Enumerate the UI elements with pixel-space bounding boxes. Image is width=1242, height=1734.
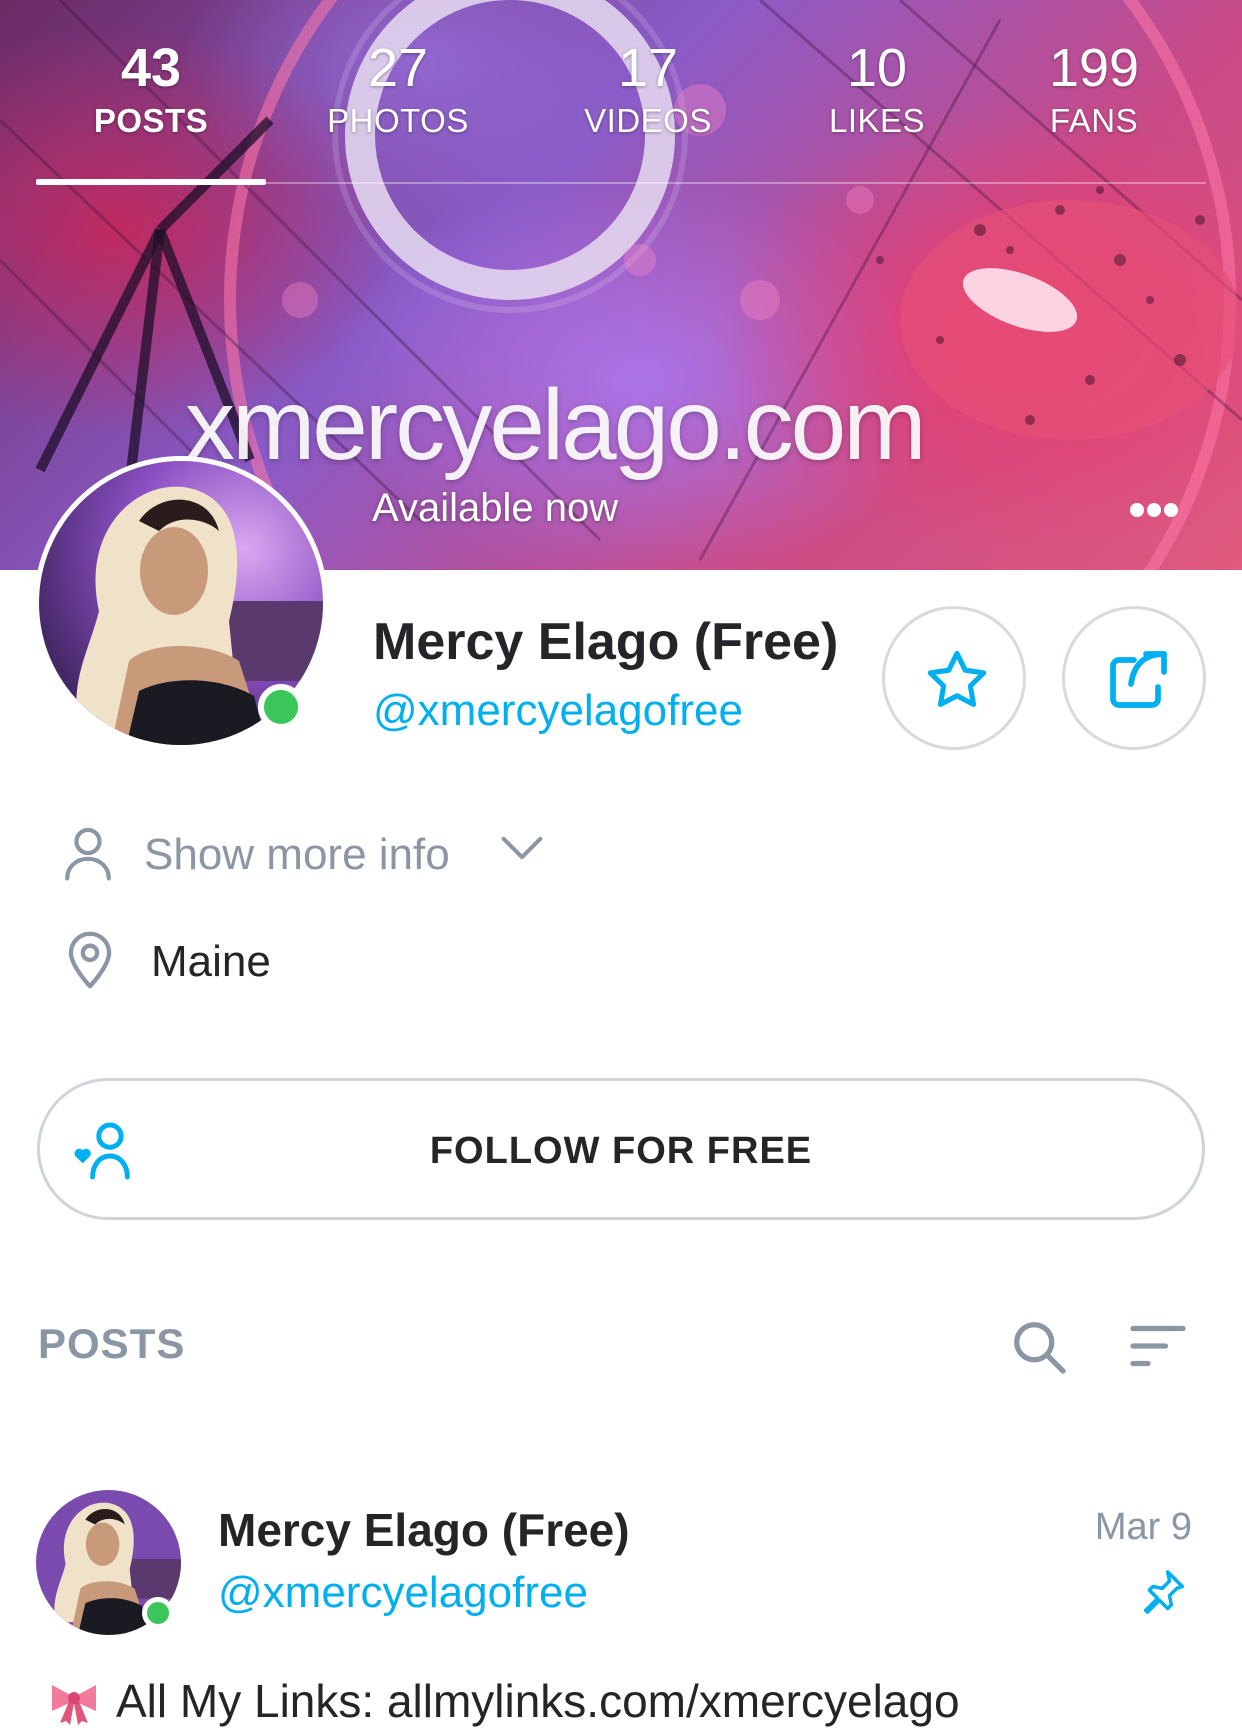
posts-section-title: POSTS xyxy=(38,1320,186,1367)
fans-count: 199 xyxy=(1048,38,1140,98)
more-options-icon[interactable] xyxy=(1120,495,1180,525)
follow-for-free-label: FOLLOW FOR FREE xyxy=(429,1130,813,1172)
fans-label: FANS xyxy=(1049,102,1139,139)
share-button[interactable] xyxy=(1062,606,1206,750)
cover-site-text: xmercyelago.com xyxy=(185,369,927,481)
active-tab-indicator xyxy=(36,179,266,185)
search-icon xyxy=(1014,1322,1066,1374)
user-icon xyxy=(65,827,111,881)
photos-count: 27 xyxy=(367,38,429,98)
videos-label: VIDEOS xyxy=(584,102,712,139)
tab-videos[interactable]: 17 VIDEOS xyxy=(533,36,763,142)
posts-count: 43 xyxy=(120,38,182,98)
ribbon-bow-icon xyxy=(52,1685,96,1725)
show-more-info-label: Show more info xyxy=(144,830,450,879)
post-text-content: All My Links: allmylinks.com/xmercyelago xyxy=(116,1675,960,1727)
videos-count: 17 xyxy=(617,38,679,98)
search-posts-button[interactable] xyxy=(1008,1316,1068,1376)
location-text: Maine xyxy=(151,937,271,986)
profile-name: Mercy Elago (Free) xyxy=(373,613,839,671)
post-author-name[interactable]: Mercy Elago (Free) xyxy=(218,1502,630,1558)
tab-fans[interactable]: 199 FANS xyxy=(979,36,1209,142)
post-text: All My Links: allmylinks.com/xmercyelago xyxy=(46,1672,960,1730)
post-author-online-indicator xyxy=(142,1597,174,1629)
location-row: Maine xyxy=(60,925,560,995)
tab-photos[interactable]: 27 PHOTOS xyxy=(283,36,513,142)
tab-likes[interactable]: 10 LIKES xyxy=(762,36,992,142)
likes-count: 10 xyxy=(846,38,908,98)
posts-label: POSTS xyxy=(93,102,209,139)
online-indicator xyxy=(258,684,304,730)
availability-status: Available now xyxy=(372,486,619,530)
post-author-handle[interactable]: @xmercyelagofree xyxy=(218,1566,588,1620)
likes-label: LIKES xyxy=(828,102,926,139)
photos-label: PHOTOS xyxy=(327,102,469,139)
location-pin-icon xyxy=(68,931,112,989)
profile-handle[interactable]: @xmercyelagofree xyxy=(373,683,743,739)
star-icon xyxy=(927,650,987,707)
show-more-info-toggle[interactable]: Show more info xyxy=(60,820,580,890)
post-date: Mar 9 xyxy=(1094,1506,1192,1548)
chevron-down-icon xyxy=(501,836,543,860)
sort-icon xyxy=(1130,1325,1186,1367)
sort-posts-button[interactable] xyxy=(1128,1320,1188,1372)
share-icon xyxy=(1110,651,1167,708)
tab-posts[interactable]: 43 POSTS xyxy=(36,36,266,142)
follow-for-free-button[interactable]: FOLLOW FOR FREE xyxy=(37,1078,1205,1220)
add-to-favorites-button[interactable] xyxy=(882,606,1026,750)
pin-icon xyxy=(1143,1570,1185,1614)
